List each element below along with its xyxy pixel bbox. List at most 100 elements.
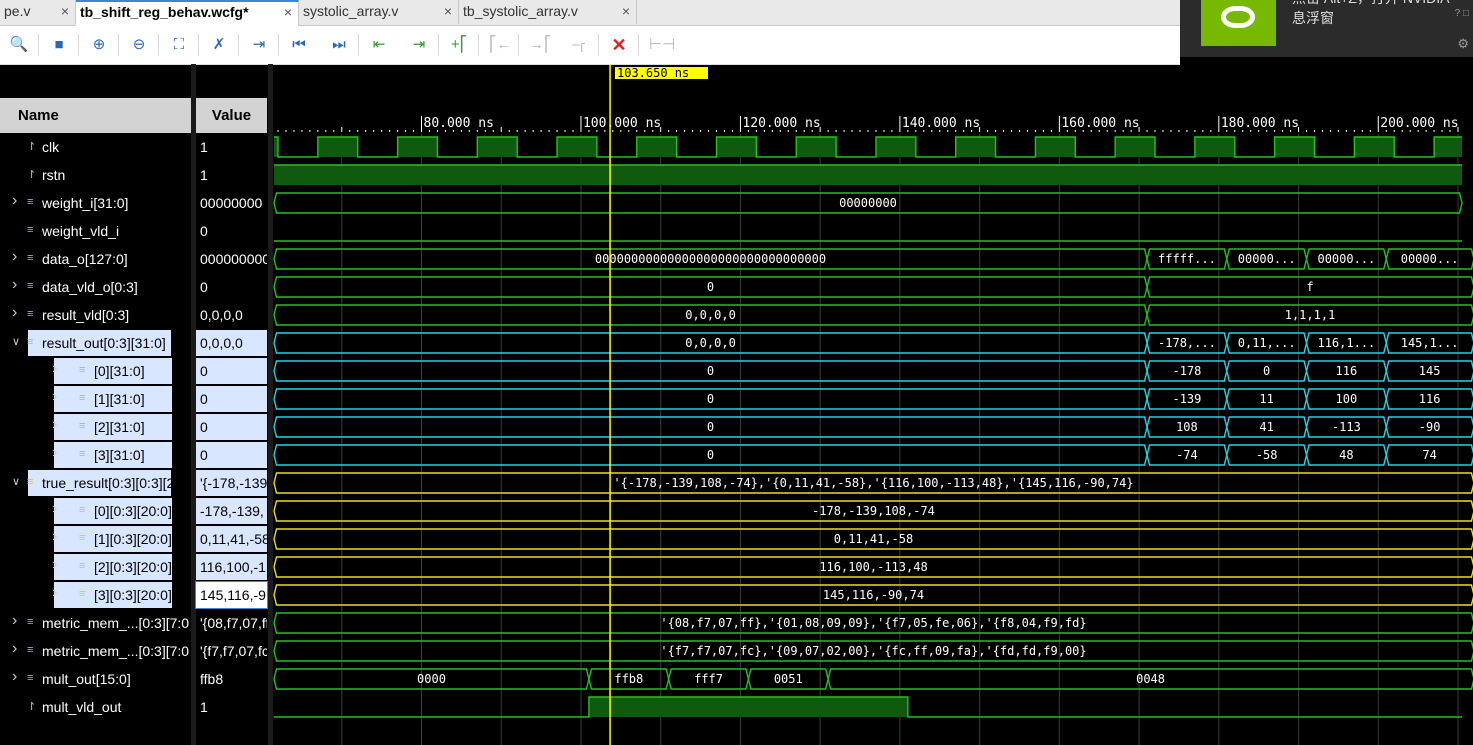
tab-0[interactable]: pe.v × [0,0,76,24]
toolbar-separator [198,34,199,56]
signal-value-cell[interactable]: 0 [196,441,267,469]
signal-value-cell[interactable]: -178,-139, [196,497,267,525]
snap-icon[interactable]: ⊢⊣ [649,35,675,55]
auto-scroll-icon[interactable]: ✗ [209,35,229,55]
close-tab-icon[interactable]: × [284,2,292,22]
waveform-svg[interactable]: 80.000 ns 100.000 ns 120.000 ns 140.000 ns 1… [273,64,1473,745]
cursor-time-label[interactable]: 103.650 ns [615,67,708,79]
signal-row[interactable]: › ≡ weight_i[31:0] [0,189,191,217]
signal-value-cell[interactable]: 0 [196,217,267,245]
signal-value-cell[interactable]: '{f7,f7,07,fc [196,637,267,665]
signal-row[interactable]: ↾ mult_vld_out [0,693,191,721]
signal-value-cell[interactable]: 0,0,0,0 [196,301,267,329]
signal-row[interactable]: › ≡ [2][31:0] [0,413,191,441]
expand-icon[interactable]: › [12,304,17,322]
signal-value-cell[interactable]: 1 [196,161,267,189]
signal-row[interactable]: ∨ ≡ true_result[0:3][0:3][20: [0,469,191,497]
tab-1[interactable]: tb_shift_reg_behav.wcfg* × [76,0,299,26]
zoom-fit-icon[interactable]: ⛶ [169,35,189,55]
tab-2[interactable]: systolic_array.v × [299,0,459,24]
gear-icon[interactable]: ⚙ [1457,36,1469,52]
close-tab-icon[interactable]: × [622,0,630,22]
zoom-out-icon[interactable]: ⊖ [129,35,149,55]
signal-row[interactable]: ↾ clk [0,133,191,161]
expand-icon[interactable]: › [12,640,17,658]
nvidia-notification[interactable]: 点击 Alt+Z，打开 NVIDIA 息浮窗 ? □ ⚙ [1180,0,1473,57]
zoom-search-icon[interactable]: 🔍 [9,35,29,55]
signal-value-cell[interactable]: 116,100,-1 [196,553,267,581]
goto-end-icon[interactable]: ⏭ [329,35,349,55]
name-header-label: Name [18,107,59,124]
next-marker-icon[interactable]: →⎡ [529,35,552,55]
delete-icon[interactable]: ✕ [609,35,629,55]
next-transition-icon[interactable]: ⇥ [409,35,429,55]
signal-row[interactable]: ↾ rstn [0,161,191,189]
save-icon[interactable]: ■ [49,35,69,55]
signal-value-cell[interactable]: ffb8 [196,665,267,693]
expand-icon[interactable]: › [52,556,57,574]
bit-signal-icon: ↾ [27,141,37,153]
expand-icon[interactable]: › [12,276,17,294]
signal-value-cell[interactable]: 000000000 [196,245,267,273]
tab-label: systolic_array.v [303,3,399,19]
expand-icon[interactable]: › [12,668,17,686]
signal-value-cell[interactable]: 0,11,41,-58 [196,525,267,553]
goto-start-icon[interactable]: ⏮ [289,35,309,55]
expand-icon[interactable]: › [52,360,57,378]
signal-row[interactable]: › ≡ [1][31:0] [0,385,191,413]
signal-value-cell[interactable]: 0 [196,385,267,413]
signal-row[interactable]: › ≡ [1][0:3][20:0] [0,525,191,553]
collapse-icon[interactable]: ∨ [12,335,20,348]
collapse-icon[interactable]: ∨ [12,475,20,488]
bus-value-label: 0 [707,280,714,294]
signal-value-cell[interactable]: 0 [196,413,267,441]
expand-icon[interactable]: › [12,612,17,630]
expand-icon[interactable]: › [12,248,17,266]
signal-value-cell[interactable]: 1 [196,133,267,161]
tab-label: pe.v [4,3,31,19]
expand-icon[interactable]: › [52,500,57,518]
name-column-header[interactable]: Name [0,98,191,133]
prev-marker-icon[interactable]: ⎡← [489,35,512,55]
signal-row[interactable]: › ≡ data_o[127:0] [0,245,191,273]
expand-icon[interactable]: › [52,444,57,462]
close-tab-icon[interactable]: × [61,0,69,22]
prev-transition-icon[interactable]: ⇤ [369,35,389,55]
signal-row[interactable]: › ≡ [3][0:3][20:0] [0,581,191,609]
close-tab-icon[interactable]: × [444,0,452,22]
signal-row[interactable]: › ≡ [0][31:0] [0,357,191,385]
ruler-tick-label: 140.000 ns [902,116,980,131]
signal-row[interactable]: › ≡ data_vld_o[0:3] [0,273,191,301]
signal-row[interactable]: › ≡ metric_mem_...[0:3][7:0 [0,637,191,665]
signal-row[interactable]: › ≡ [2][0:3][20:0] [0,553,191,581]
signal-row[interactable]: ≡ weight_vld_i [0,217,191,245]
signal-row[interactable]: › ≡ result_vld[0:3] [0,301,191,329]
signal-value-cell[interactable]: 0 [196,273,267,301]
expand-icon[interactable]: › [12,192,17,210]
signal-row[interactable]: › ≡ [3][31:0] [0,441,191,469]
window-controls-icon[interactable]: ? □ [1455,8,1469,19]
signal-value-cell[interactable]: 0,0,0,0 [196,329,267,357]
tab-3[interactable]: tb_systolic_array.v × [459,0,637,24]
signal-value-cell[interactable]: '{08,f7,07,ff [196,609,267,637]
signal-value-cell[interactable]: 145,116,-9 [196,581,267,609]
signal-row[interactable]: › ≡ [0][0:3][20:0] [0,497,191,525]
value-column-header[interactable]: Value [196,98,267,133]
expand-icon[interactable]: › [52,528,57,546]
bus-value-label: 116 [1336,364,1358,378]
expand-icon[interactable]: › [52,416,57,434]
expand-icon[interactable]: › [52,388,57,406]
signal-row[interactable]: › ≡ metric_mem_...[0:3][7:0 [0,609,191,637]
expand-icon[interactable]: › [52,584,57,602]
signal-value-cell[interactable]: '{-178,-139 [196,469,267,497]
add-marker-icon[interactable]: +⎡ [449,35,469,55]
signal-value-cell[interactable]: 1 [196,693,267,721]
signal-value-cell[interactable]: 00000000 [196,189,267,217]
waveform-canvas[interactable]: 80.000 ns 100.000 ns 120.000 ns 140.000 ns 1… [273,64,1473,745]
zoom-in-icon[interactable]: ⊕ [89,35,109,55]
swap-cursors-icon[interactable]: ⎯⎡ [569,35,589,55]
signal-row[interactable]: ∨ ≡ result_out[0:3][31:0] [0,329,191,357]
signal-value-cell[interactable]: 0 [196,357,267,385]
signal-row[interactable]: › ≡ mult_out[15:0] [0,665,191,693]
goto-cursor-icon[interactable]: ⇥ [249,35,269,55]
